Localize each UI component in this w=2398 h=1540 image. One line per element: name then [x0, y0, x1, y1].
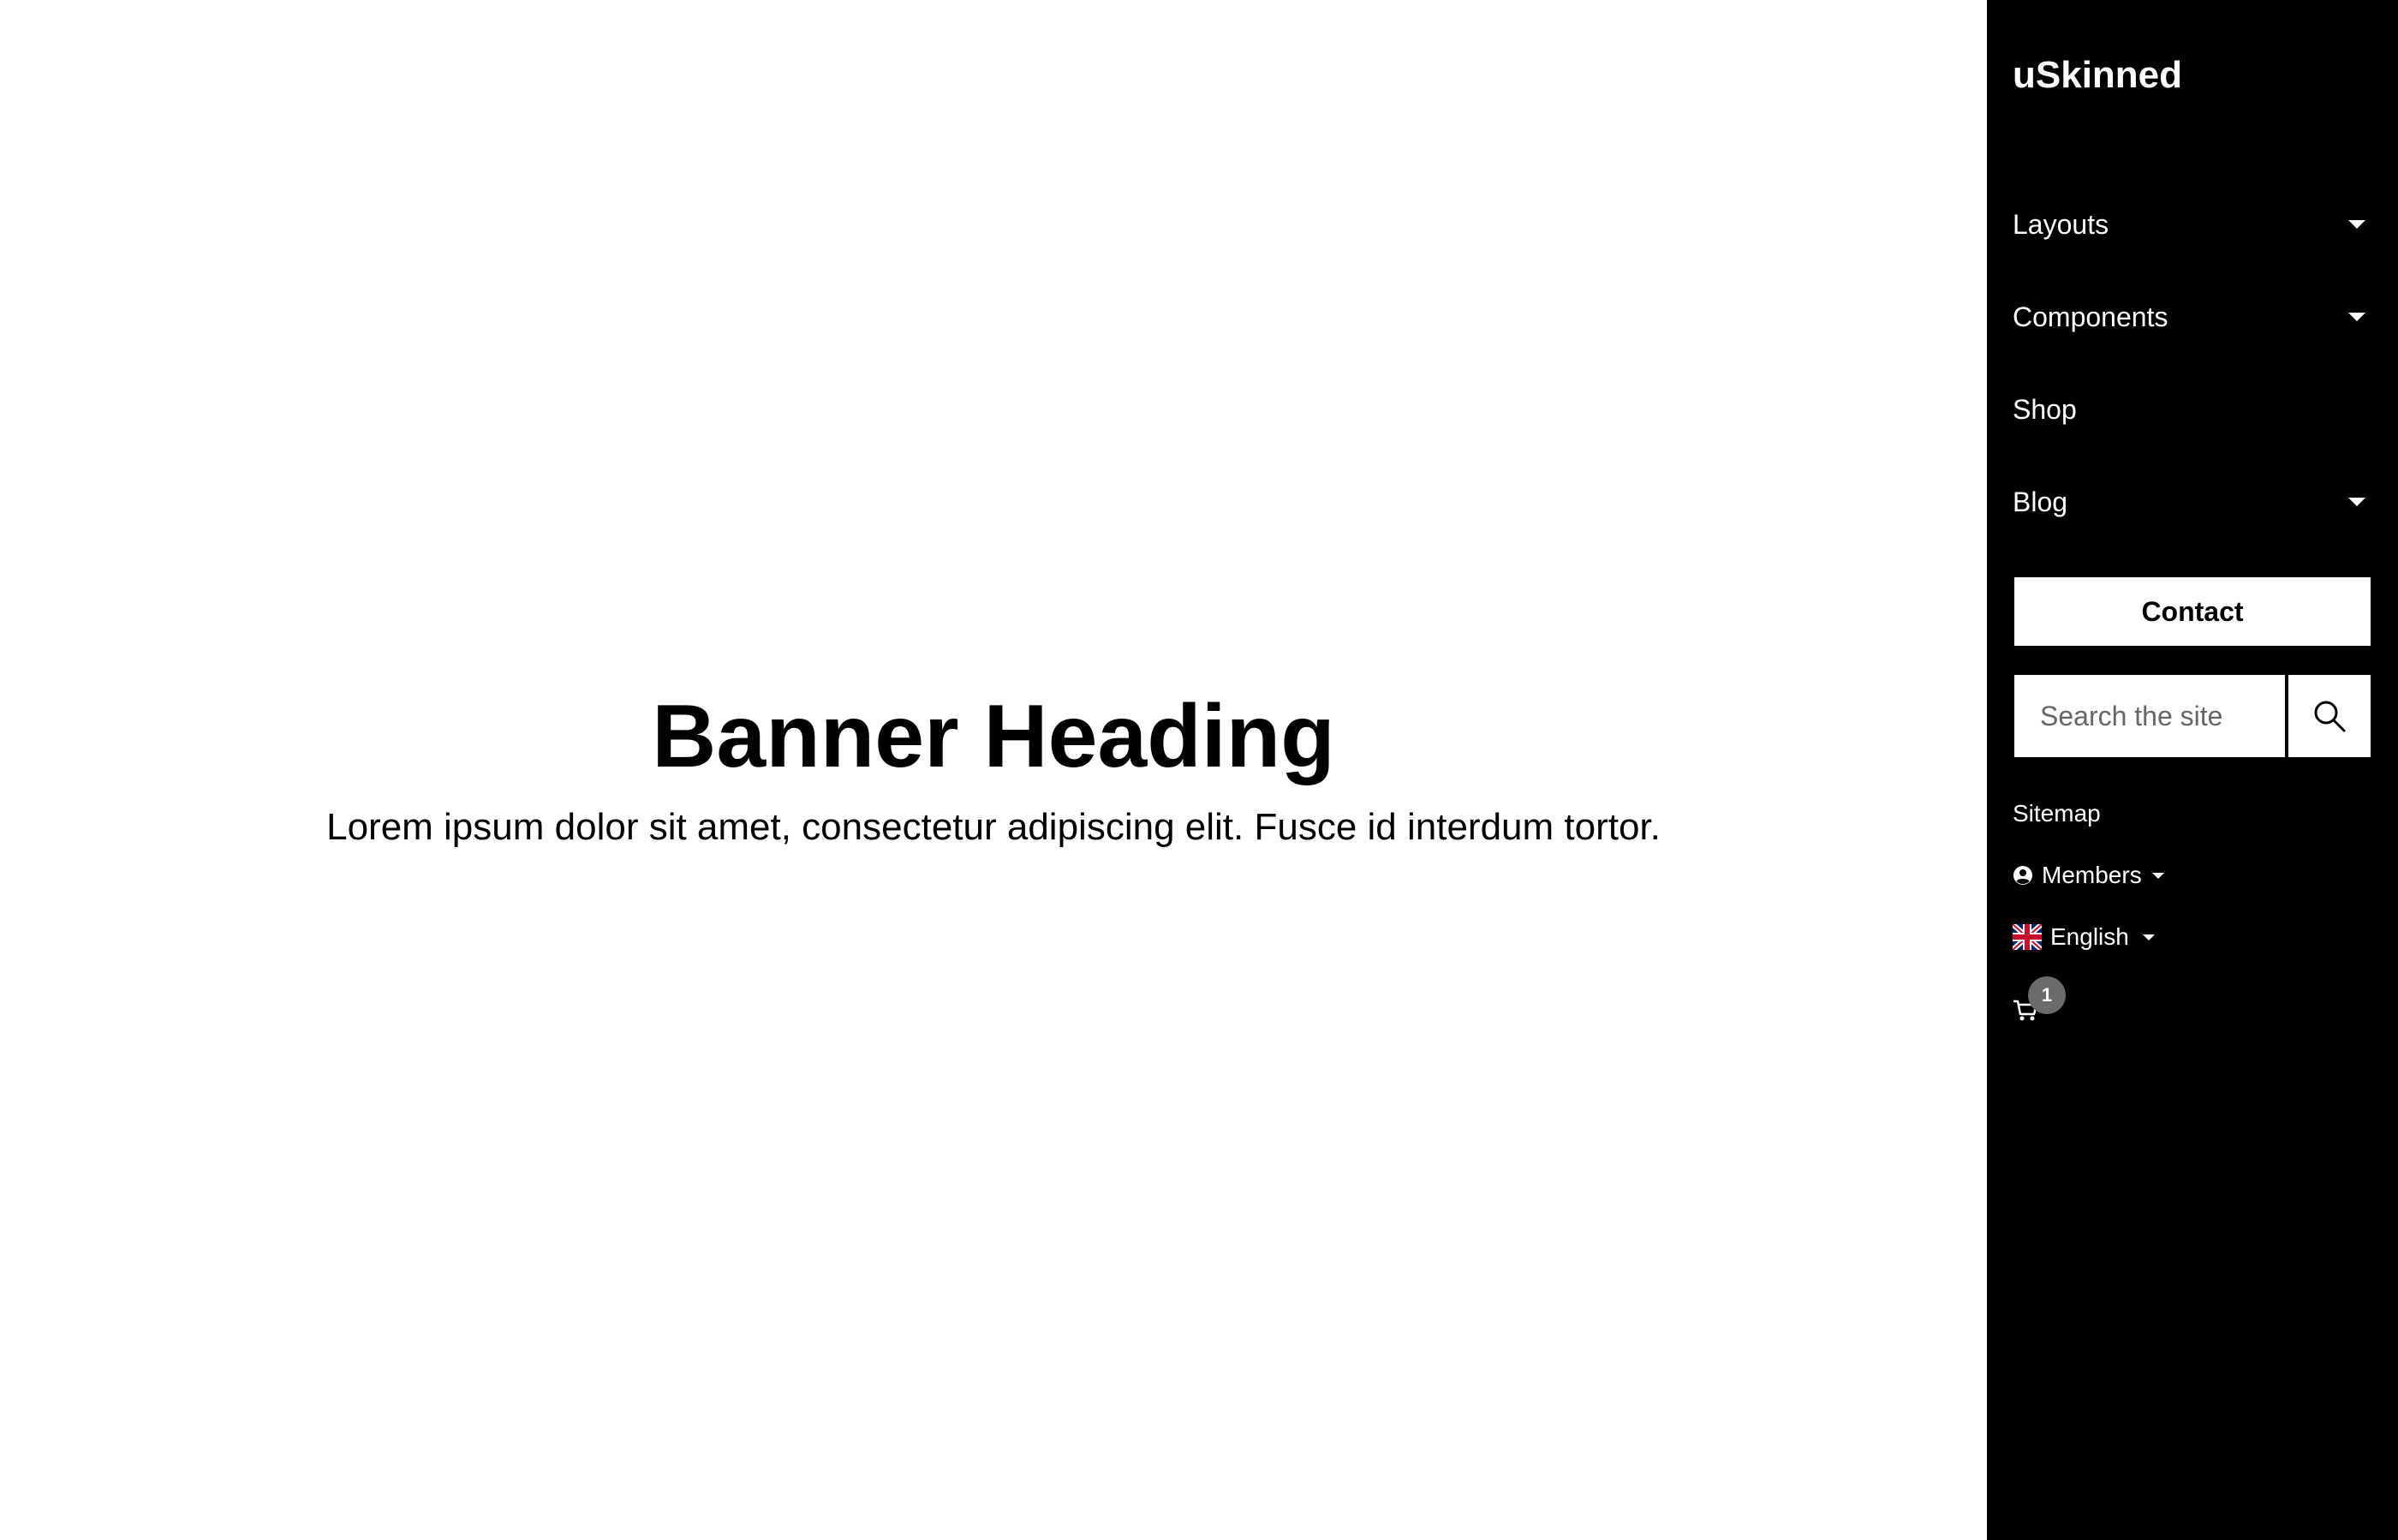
search-icon [2314, 701, 2346, 732]
chevron-down-icon [2151, 872, 2164, 879]
search-form [2013, 673, 2372, 759]
sidebar: uSkinned Layouts Components Shop Blog Co… [1987, 0, 2398, 1540]
sitemap-link[interactable]: Sitemap [2013, 800, 2101, 827]
user-circle-icon [2013, 866, 2032, 885]
logo[interactable]: uSkinned [2013, 50, 2182, 101]
nav-item-blog[interactable]: Blog [2013, 468, 2372, 536]
banner: Banner Heading Lorem ipsum dolor sit ame… [0, 0, 1987, 1540]
members-label: Members [2042, 862, 2142, 888]
contact-button[interactable]: Contact [2013, 576, 2372, 648]
chevron-down-icon[interactable] [2348, 498, 2365, 506]
cart-count-badge: 1 [2028, 976, 2066, 1014]
search-button[interactable] [2287, 673, 2372, 759]
members-dropdown[interactable]: Members [2013, 862, 2164, 889]
language-dropdown[interactable]: English [2013, 923, 2155, 951]
sitemap-label: Sitemap [2013, 800, 2101, 827]
banner-heading: Banner Heading [652, 687, 1335, 786]
nav-item-label: Blog [2013, 486, 2068, 517]
nav-item-label: Shop [2013, 393, 2077, 425]
chevron-down-icon[interactable] [2348, 220, 2365, 229]
chevron-down-icon[interactable] [2348, 313, 2365, 321]
nav-item-layouts[interactable]: Layouts [2013, 190, 2372, 259]
nav-item-components[interactable]: Components [2013, 283, 2372, 351]
nav-item-label: Components [2013, 301, 2168, 332]
nav-item-shop[interactable]: Shop [2013, 375, 2372, 444]
chevron-down-icon [2142, 934, 2155, 940]
cart-button[interactable]: 1 [2013, 976, 2073, 1028]
nav-item-label: Layouts [2013, 208, 2109, 240]
banner-text: Lorem ipsum dolor sit amet, consectetur … [326, 806, 1661, 848]
search-input[interactable] [2013, 673, 2287, 759]
language-label: English [2050, 923, 2129, 950]
uk-flag-icon [2013, 924, 2042, 950]
